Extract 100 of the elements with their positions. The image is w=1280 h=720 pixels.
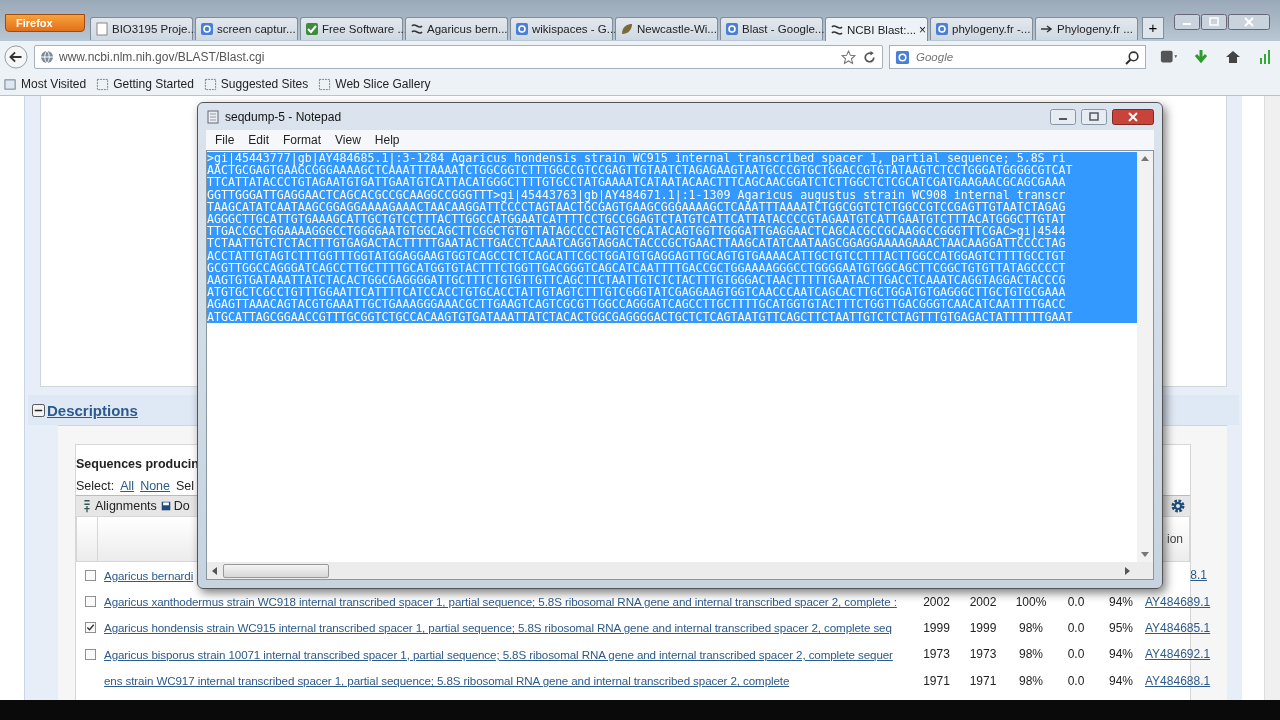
browser-tab[interactable]: Blast - Google...	[720, 17, 823, 40]
alignments-button[interactable]: Alignments	[82, 499, 157, 513]
download-icon[interactable]	[1192, 49, 1210, 65]
alignment-icon	[82, 499, 92, 513]
table-cell: 1999	[923, 620, 950, 635]
minimize-icon[interactable]	[1174, 14, 1200, 30]
accession-link[interactable]: AY484685.1	[1145, 620, 1211, 635]
page-icon	[96, 77, 110, 91]
scroll-right-icon[interactable]	[1125, 566, 1131, 575]
search-field[interactable]: Google	[914, 50, 1121, 64]
back-button[interactable]	[4, 45, 28, 69]
engine-icon	[895, 49, 910, 65]
browser-tab[interactable]: Phylogeny.fr ...	[1035, 17, 1138, 40]
description-link[interactable]: Agaricus bernardi	[104, 568, 194, 582]
browser-tab[interactable]: NCBI Blast:... ×	[825, 17, 928, 41]
accession-link[interactable]: AY484688.1	[1145, 673, 1211, 688]
download-button[interactable]: Do	[160, 499, 190, 513]
arrow-icon	[1040, 22, 1054, 36]
menu-item[interactable]: Help	[367, 133, 407, 147]
close-icon[interactable]	[1112, 108, 1154, 125]
browser-tab[interactable]: wikispaces - G...	[510, 17, 613, 40]
description-link[interactable]: Agaricus xanthodermus strain WC918 internal transcribed spacer 1, partial sequence; 5.8S ribosomal RNA gene and internal transcribed spacer 2, complete :	[104, 595, 897, 609]
scroll-left-icon[interactable]	[211, 566, 217, 575]
bookmark-item[interactable]: Web Slice Gallery	[318, 77, 431, 91]
select-link[interactable]: None	[140, 479, 170, 493]
close-tab-button[interactable]: ×	[919, 22, 927, 37]
select-label: Sel	[176, 479, 195, 493]
scrollbar[interactable]	[1137, 151, 1153, 562]
bookmark-item[interactable]: Suggested Sites	[203, 77, 309, 91]
scroll-up-icon[interactable]	[1141, 155, 1149, 161]
bookmarks-icon[interactable]	[1160, 49, 1178, 65]
table-cell: 94%	[1109, 673, 1133, 688]
search-icon[interactable]	[1125, 49, 1140, 65]
accession-link[interactable]: AY484689.1	[1145, 594, 1211, 609]
checkbox[interactable]	[84, 622, 96, 634]
section-title-link[interactable]: Descriptions	[47, 401, 138, 419]
bookmark-item[interactable]: Most Visited	[4, 77, 87, 91]
scrollbar[interactable]	[1264, 96, 1280, 700]
menu-item[interactable]: File	[208, 133, 242, 147]
description-link[interactable]: Agaricus bisporus strain 10071 internal transcribed spacer 1, partial sequence; 5.8S ribosomal RNA gene and internal transcribed spacer 2, complete sequer	[104, 647, 893, 661]
description-link[interactable]: Agaricus hondensis strain WC915 internal transcribed spacer 1, partial sequence; 5.8S ribosomal RNA gene and internal transcribed spacer 2, complete seq	[104, 621, 892, 635]
checkbox[interactable]	[84, 648, 96, 660]
bookmark-item[interactable]: Getting Started	[96, 77, 194, 91]
text-line: TCTAATTGTCTCTACTTTGTGAGACTACTTTTTGAATACTTGACCTCAAATCAGGTAGGACTACCCGCTGAACTTAAGCATATCAATAAGCGGAGGAAAAGAAACTAACAAGGATTCCCCTAG	[207, 237, 1067, 250]
accession-link[interactable]: AY484692.1	[1145, 647, 1211, 662]
close-icon[interactable]	[1228, 14, 1270, 30]
settings-icon[interactable]	[1170, 498, 1186, 514]
browser-tab[interactable]: phylogeny.fr -...	[930, 17, 1033, 40]
table-title: Sequences producin	[76, 457, 200, 471]
scrollbar-thumb[interactable]	[223, 563, 329, 578]
text-line: ATGCATTAGCGGAACCGTTTGCGGTCTGCCACAAGTGTGATAAATTATCTACACTGGCGAGGGGACTGCTCTCAGTAATGTTCAGCTTCTAATTGTCTCTAGTTTGTGAGACTATTTTTTGAAT	[207, 310, 1074, 323]
browser-tab[interactable]: BIO3195 Proje...	[90, 17, 193, 40]
address-bar[interactable]: www.ncbi.nlm.nih.gov/BLAST/Blast.cgi	[34, 45, 883, 69]
table-cell: 2002	[969, 594, 997, 609]
text-line: AGGGCTTGCATTGTGAAAGCATTGCTGTCCTTTACTTGGCCATGGAATCATTTTCCTGCCGGAGTCTATGTCATTCATTATACCCCGTAGAATGTCATTGAATGTCTTTACATGGGCTTGTAT	[207, 213, 1067, 226]
reload-icon[interactable]	[862, 49, 877, 65]
home-icon[interactable]	[1224, 49, 1242, 65]
select-link[interactable]: All	[120, 479, 135, 493]
search-bar[interactable]: Google	[889, 45, 1146, 69]
restore-icon[interactable]	[1201, 14, 1227, 30]
checkbox[interactable]	[84, 596, 96, 608]
page-icon	[95, 22, 109, 36]
menu-item[interactable]: Format	[276, 133, 329, 147]
browser-tab[interactable]: Newcastle-Wi...	[615, 17, 718, 40]
collapse-icon[interactable]	[32, 403, 45, 417]
leaf-icon	[620, 22, 634, 36]
table-cell: 100%	[1015, 594, 1047, 609]
browser-tab[interactable]: screen captur...	[195, 17, 298, 40]
page-icon	[318, 77, 332, 91]
checkbox[interactable]	[84, 569, 96, 581]
bookmark-folder-icon	[4, 77, 17, 91]
text-line: GCGTTGGCCAGGGATCAGCCTTGCTTTTGCATGGTGTACTTTCTGGTTGACGGGTCAGCATCAATTTTGACCGCTGGAAAAGGGCCTGGGGAATGTGGCAGCTTCGGCTGTGTTATAGCCCCT	[207, 261, 1067, 275]
menu-item[interactable]: View	[328, 133, 368, 147]
text-line: TTGACCGCTGGAAAAGGGCCTGGGGAATGTGGCAGCTTCGGCTGTGTTATAGCCCCTAGTCGCATACAGTGGTTGGGATTGAGGAACTCAGCACGCCGCAAGGCCGGGTTTCGAC>gi|4544	[207, 225, 1067, 238]
browser-tab[interactable]: Free Software ...	[300, 17, 403, 40]
maximize-icon[interactable]	[1081, 108, 1107, 125]
scroll-down-icon[interactable]	[1141, 552, 1149, 558]
square-icon	[515, 22, 529, 36]
new-tab-button[interactable]: +	[1142, 17, 1164, 39]
column-header: ion	[1167, 532, 1183, 546]
description-link[interactable]: ens strain WC917 internal transcribed spacer 1, partial sequence; 5.8S ribosomal RNA gene and internal transcribed spacer 2, complete	[104, 674, 790, 688]
page-icon	[203, 77, 217, 91]
minimize-icon[interactable]	[1050, 108, 1076, 125]
text-line: >gi|45443777|gb|AY484685.1|:3-1284 Agaricus hondensis strain WC915 internal transcribed spacer 1, partial sequence; 5.8S ri	[207, 152, 1066, 165]
floppy-icon	[160, 499, 171, 513]
table-cell: 1999	[969, 620, 997, 635]
table-cell: 1971	[923, 673, 950, 688]
accession-link[interactable]: 8.1	[1190, 568, 1207, 583]
table-cell: 1973	[969, 647, 997, 662]
notepad-icon	[206, 109, 220, 124]
text-line: AAGTGTGATAAATTATCTACACTGGCGAGGGGATTGCTTTCTGTGTTGTTCAGCTTCTAATTGTCTCTACTTTGTGGGACTAACTTTTTGAATACTTGACCTCAAATCAGGTAGGACTACCCG	[207, 274, 1067, 287]
text-line: TTCATTATACCCTGTAGAATGTGATTGAATGTCATTACATGGGCTTTTGTGCCTATGAAAATCATAATACAACTTTCAGCAACGGATCTCTTGGCTCTCGCATCGATGAAGAACGCAGCGAAA	[207, 176, 1067, 189]
menu-item[interactable]: Edit	[241, 133, 277, 147]
star-icon[interactable]	[841, 49, 856, 65]
url-text: www.ncbi.nlm.nih.gov/BLAST/Blast.cgi	[59, 50, 265, 64]
browser-tab[interactable]: Agaricus bern...	[405, 17, 508, 40]
table-cell: 94%	[1109, 647, 1133, 662]
helix-icon	[830, 22, 844, 37]
table-cell: 2002	[923, 594, 950, 609]
text-line: ATGTGCTCGCCTGTTTGGAATTCATTTTCATCCACCTGTGCACCTATTGTAGTCTTTGTCGGGTATCGAGGAAGTGGTCAACCCAATCAGCACTTGCTGGATGTGAGGGCTTGCTGTGCGAAA	[207, 286, 1067, 299]
